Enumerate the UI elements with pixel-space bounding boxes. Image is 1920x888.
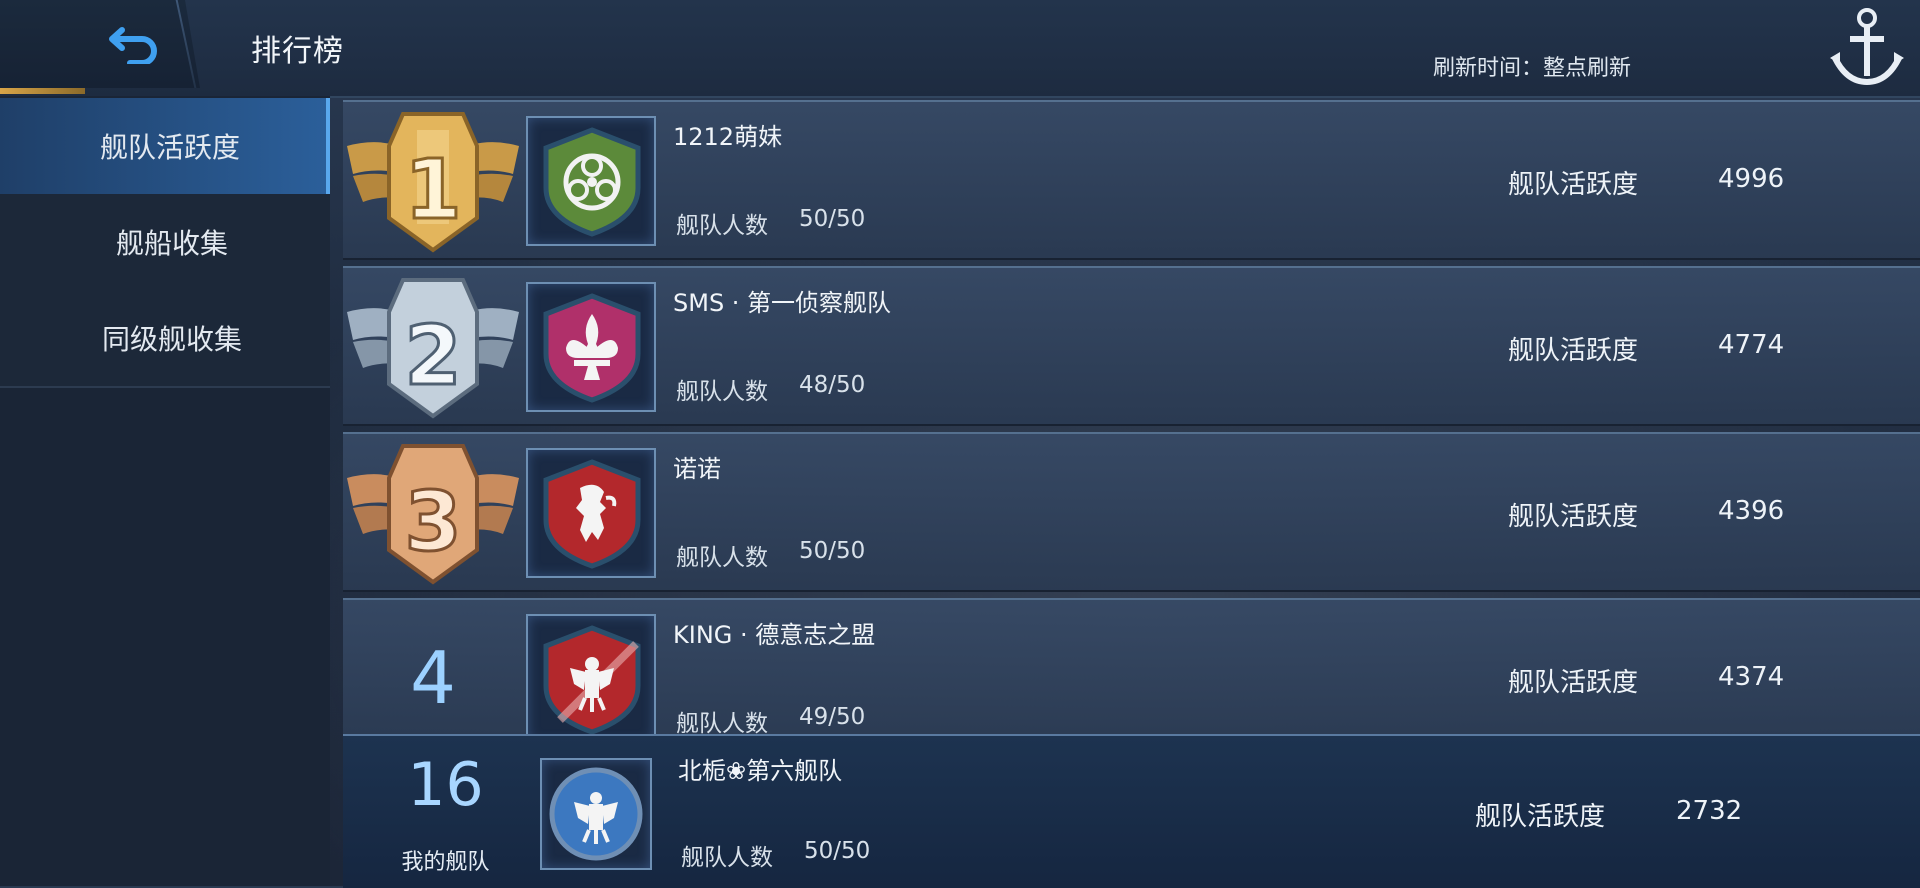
rank-number: 4	[410, 636, 456, 720]
sidebar-item-same-class-collection[interactable]: 同级舰收集	[0, 290, 330, 388]
ranking-row[interactable]: 4 KING · 德意志之盟 舰队人数 49/50 舰队活跃度 4374	[343, 598, 1920, 734]
sidebar-item-label: 同级舰收集	[101, 323, 242, 356]
fleet-name: 诺诺	[673, 455, 721, 483]
ranking-row[interactable]: 3 诺诺 舰队人数 50/50 舰队活跃度 4396	[343, 432, 1920, 592]
members-value: 50/50	[804, 838, 871, 864]
fleet-emblem	[526, 614, 656, 734]
fleur-de-lis-emblem-icon	[543, 293, 641, 403]
fleet-name: 1212萌妹	[673, 123, 783, 151]
back-arrow-icon	[109, 27, 157, 64]
medal-rank-3: 3	[404, 475, 461, 570]
activity-label: 舰队活跃度	[1508, 170, 1639, 200]
medal-rank-2: 2	[404, 309, 461, 404]
fleet-name: 北栀❀第六舰队	[678, 757, 843, 785]
members-value: 48/50	[799, 372, 866, 398]
members-label: 舰队人数	[676, 545, 768, 571]
top-bar: 排行榜 刷新时间：整点刷新	[0, 0, 1920, 98]
members-label: 舰队人数	[676, 213, 768, 239]
sidebar-item-fleet-activity[interactable]: 舰队活跃度	[0, 98, 330, 196]
activity-label: 舰队活跃度	[1508, 668, 1639, 698]
members-value: 50/50	[799, 206, 866, 232]
page-title: 排行榜	[251, 34, 344, 69]
members-label: 舰队人数	[676, 379, 768, 405]
lion-emblem-icon	[543, 459, 641, 569]
members-value: 50/50	[799, 538, 866, 564]
sidebar-item-label: 舰船收集	[115, 227, 228, 260]
activity-value: 4774	[1718, 330, 1785, 360]
members-value: 49/50	[799, 704, 866, 730]
members-label: 舰队人数	[681, 845, 773, 871]
activity-label: 舰队活跃度	[1508, 336, 1639, 366]
fleet-emblem	[526, 282, 656, 412]
activity-value: 4996	[1718, 164, 1785, 194]
biohazard-emblem-icon	[543, 127, 641, 237]
title-bar: 排行榜	[175, 0, 615, 88]
medal-rank-1: 1	[404, 143, 461, 238]
ranking-row[interactable]: 2 SMS · 第一侦察舰队 舰队人数 48/50 舰队活跃度 4774	[343, 266, 1920, 426]
sidebar-item-ship-collection[interactable]: 舰船收集	[0, 194, 330, 292]
activity-value: 4396	[1718, 496, 1785, 526]
back-button[interactable]	[0, 0, 200, 88]
eagle-emblem-icon	[543, 625, 641, 734]
fleet-emblem	[540, 758, 652, 870]
eagle-emblem-icon	[549, 767, 643, 861]
members-label: 舰队人数	[676, 711, 768, 734]
sidebar-item-label: 舰队活跃度	[99, 131, 240, 164]
my-rank-number: 16	[407, 750, 484, 820]
my-fleet-label: 我的舰队	[401, 850, 490, 875]
ranking-list[interactable]: 1 1212萌妹 舰队人数 50/50 舰队活跃度 4996 2 SMS · 第…	[343, 96, 1920, 734]
my-fleet-panel[interactable]: 16 我的舰队 北栀❀第六舰队 舰队人数 50/50 舰队活跃度 2732	[343, 734, 1920, 888]
bronze-medal-icon: 3	[347, 444, 519, 585]
ranking-row[interactable]: 1 1212萌妹 舰队人数 50/50 舰队活跃度 4996	[343, 100, 1920, 260]
fleet-name: KING · 德意志之盟	[673, 621, 876, 649]
fleet-emblem	[526, 448, 656, 578]
gold-medal-icon: 1	[347, 112, 519, 253]
activity-label: 舰队活跃度	[1475, 802, 1606, 832]
category-sidebar: 舰队活跃度 舰船收集 同级舰收集	[0, 96, 330, 886]
anchor-icon[interactable]	[1826, 2, 1908, 88]
activity-label: 舰队活跃度	[1508, 502, 1639, 532]
activity-value: 4374	[1718, 662, 1785, 692]
refresh-time-text: 刷新时间：整点刷新	[1433, 56, 1632, 81]
fleet-name: SMS · 第一侦察舰队	[673, 289, 892, 317]
activity-value: 2732	[1676, 796, 1743, 826]
silver-medal-icon: 2	[347, 278, 519, 419]
fleet-emblem	[526, 116, 656, 246]
header-accent-bar	[0, 88, 85, 94]
